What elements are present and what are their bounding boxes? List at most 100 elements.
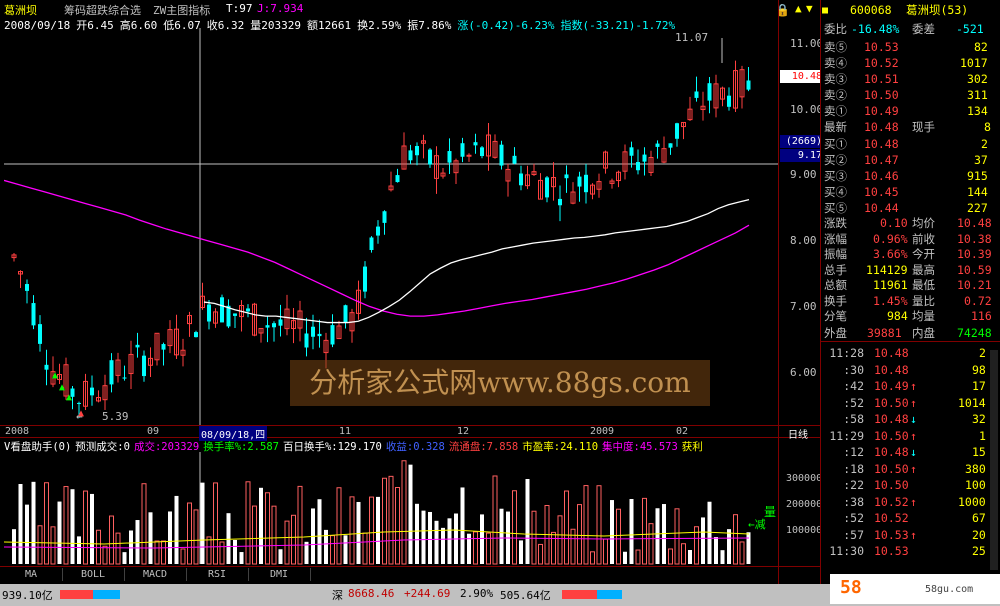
tick-row: 11:29 10.50 ↑ 1 <box>829 428 986 443</box>
volume-bar <box>727 529 731 564</box>
volume-bar <box>141 483 147 565</box>
x-label: 11 <box>339 426 352 437</box>
candle-body <box>480 147 484 157</box>
volume-bar <box>525 479 530 564</box>
vol-annotation-1: 量 <box>764 505 777 519</box>
volume-bar <box>25 504 29 564</box>
volume-bar <box>395 487 400 565</box>
volume-bar <box>447 518 452 564</box>
indicator-menu-1[interactable]: 筹码超跌综合选 <box>64 2 141 18</box>
buy-row: 买② 10.47 37 <box>824 153 988 167</box>
volume-bar <box>564 490 569 565</box>
candle-body <box>90 387 94 396</box>
candle-body <box>31 303 36 326</box>
candle-body <box>311 326 315 337</box>
vol-bottom-line <box>0 566 820 567</box>
period-label[interactable]: 日线 <box>788 426 808 441</box>
volume-bar <box>421 510 426 564</box>
volume-bar <box>616 508 621 565</box>
volume-bar <box>174 495 179 564</box>
volume-bar <box>324 529 328 564</box>
volume-bar <box>18 483 23 564</box>
chart-title-bar: 葛洲坝 筹码超跌综合选 ZW主图指标 T:97 J:7.934 <box>0 0 778 18</box>
price-axis-label: 10.00 <box>790 103 824 116</box>
candle-body <box>655 143 660 147</box>
x-label: 09 <box>147 426 160 437</box>
volume-bar <box>206 536 212 565</box>
candle-body <box>265 325 270 328</box>
flag-icon[interactable]: ■ <box>822 5 828 16</box>
sell-row: 卖② 10.50 311 <box>824 88 988 102</box>
volume-bar <box>596 485 602 565</box>
volume-bar <box>499 508 504 564</box>
price-axis-label: 7.00 <box>790 300 817 313</box>
volume-bar <box>148 512 153 564</box>
indicator-menu-2[interactable]: ZW主图指标 <box>153 2 210 18</box>
volume-bar <box>583 485 589 565</box>
tab-dmi[interactable]: DMI <box>248 568 311 581</box>
candle-body <box>499 144 504 166</box>
volume-bar <box>434 520 439 564</box>
tick-row: :22 10.50 100 <box>843 478 986 492</box>
signal-arrow-icon: ▲ <box>59 382 65 393</box>
low-annotation: 5.39 <box>102 410 129 423</box>
volume-bar <box>674 508 680 565</box>
candle-body <box>558 198 562 206</box>
latest-row: 最新 10.48 现手 8 <box>824 120 991 134</box>
tick-row: :52 10.52 67 <box>843 511 986 525</box>
candle-body <box>460 143 465 157</box>
tick-row: :42 10.49 ↑ 17 <box>843 379 986 393</box>
candle-body <box>220 297 224 323</box>
volume-bar <box>486 532 491 565</box>
volume-bar <box>577 504 582 565</box>
candle-body <box>675 123 679 139</box>
watermark: 分析家公式网www.88gs.com <box>290 360 710 406</box>
candle-body <box>447 151 452 163</box>
volume-chart[interactable] <box>4 452 780 566</box>
buy-row: 买① 10.48 2 <box>824 137 988 151</box>
volume-bar <box>284 520 290 565</box>
tick-row: :18 10.50 ↑ 380 <box>843 461 986 476</box>
volume-bar <box>77 536 81 564</box>
price-axis-label: 9.00 <box>790 168 817 181</box>
j-value: J:7.934 <box>257 2 304 15</box>
tick-row: :57 10.53 ↑ 20 <box>843 527 986 542</box>
candle-body <box>77 402 81 404</box>
candle-body <box>330 325 335 345</box>
candle-body <box>428 149 432 165</box>
tab-rsi[interactable]: RSI <box>186 568 249 581</box>
volume-bar <box>245 481 251 565</box>
candle-body <box>512 155 517 164</box>
volume-bar <box>63 486 69 565</box>
sell-row: 卖④ 10.52 1017 <box>824 56 988 70</box>
tab-ma[interactable]: MA <box>0 568 63 581</box>
candle-body <box>272 323 276 328</box>
current-price-tag: 10.48 <box>780 70 822 83</box>
volume-bar <box>512 490 517 565</box>
candle-body <box>369 237 374 250</box>
volume-bar <box>557 515 563 565</box>
volume-bar <box>161 540 166 565</box>
arrow-down-icon[interactable]: ▼ <box>806 2 813 15</box>
tab-boll[interactable]: BOLL <box>62 568 125 581</box>
ticks-scrollbar[interactable] <box>990 350 998 570</box>
vol-top-line <box>0 437 820 438</box>
tab-macd[interactable]: MACD <box>124 568 187 581</box>
x-label: 2008 <box>5 426 30 437</box>
volume-bar <box>590 551 595 565</box>
volume-bar <box>473 531 478 565</box>
ma-line-white <box>203 198 750 324</box>
volume-bar <box>226 513 231 564</box>
volume-bar <box>428 511 432 564</box>
buy-row: 买③ 10.46 915 <box>824 169 988 183</box>
volume-bar <box>31 481 36 564</box>
tick-row: 11:30 10.53 25 <box>829 544 986 558</box>
cursor-price-tag: 9.17 <box>780 149 822 162</box>
status-shen-amount: 505.64亿 <box>500 589 551 602</box>
volume-bar <box>297 485 303 565</box>
volume-bar <box>122 552 127 564</box>
volume-bar <box>57 501 62 564</box>
candle-body <box>727 95 731 107</box>
arrow-up-icon[interactable]: ▲ <box>795 2 802 15</box>
price-axis-label: 11.00 <box>790 37 824 50</box>
